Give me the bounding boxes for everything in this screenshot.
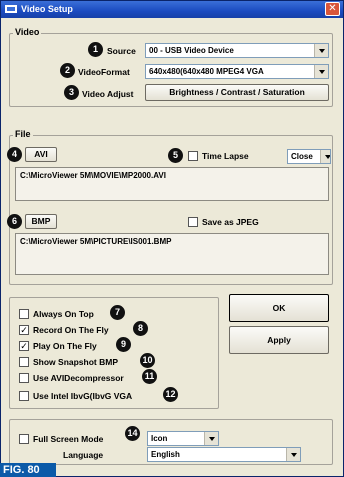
time-lapse-value: Close (291, 152, 313, 161)
check-icon: ✓ (20, 325, 28, 335)
chevron-down-icon[interactable] (314, 44, 328, 57)
use-intel-ibvg-label: Use Intel IbvG(IbvG VGA (33, 391, 133, 401)
save-as-jpeg-checkbox[interactable] (188, 217, 198, 227)
time-lapse-label: Time Lapse (202, 151, 249, 161)
format-select[interactable]: 640x480(640x480 MPEG4 VGA (145, 64, 329, 79)
full-screen-mode-label: Full Screen Mode (33, 434, 104, 444)
badge-use-avi-decompressor: 11 (142, 369, 157, 384)
badge-fullscreen: 14 (125, 426, 140, 441)
language-label: Language (63, 450, 104, 460)
chevron-down-icon[interactable] (314, 65, 328, 78)
brightness-contrast-saturation-button[interactable]: Brightness / Contrast / Saturation (145, 84, 329, 101)
chevron-down-icon[interactable] (286, 448, 300, 461)
badge-play-on-the-fly: 9 (116, 337, 131, 352)
chevron-down-icon[interactable] (204, 432, 218, 445)
adjust-label: Video Adjust (82, 89, 134, 99)
use-avi-decompressor-label: Use AVIDecompressor (33, 373, 124, 383)
save-as-jpeg-label: Save as JPEG (202, 217, 259, 227)
badge-source: 1 (88, 42, 103, 57)
use-intel-ibvg-checkbox[interactable] (19, 391, 29, 401)
show-snapshot-bmp-label: Show Snapshot BMP (33, 357, 118, 367)
badge-avi: 4 (7, 147, 22, 162)
time-lapse-select[interactable]: Close (287, 149, 331, 164)
always-on-top-label: Always On Top (33, 309, 94, 319)
bmp-button[interactable]: BMP (25, 214, 57, 229)
use-avi-decompressor-checkbox[interactable] (19, 373, 29, 383)
badge-show-snapshot-bmp: 10 (140, 353, 155, 368)
figure-label: FIG. 80 (0, 463, 56, 477)
full-screen-mode-checkbox[interactable] (19, 434, 29, 444)
badge-bmp: 6 (7, 214, 22, 229)
badge-always-on-top: 7 (110, 305, 125, 320)
format-value: 640x480(640x480 MPEG4 VGA (149, 67, 264, 76)
record-on-the-fly-label: Record On The Fly (33, 325, 109, 335)
source-value: 00 - USB Video Device (149, 46, 234, 55)
language-select[interactable]: English (147, 447, 301, 462)
badge-adjust: 3 (64, 85, 79, 100)
full-screen-mode-value: Icon (151, 434, 168, 443)
always-on-top-checkbox[interactable] (19, 309, 29, 319)
time-lapse-checkbox[interactable] (188, 151, 198, 161)
apply-button[interactable]: Apply (229, 326, 329, 354)
language-value: English (151, 450, 180, 459)
close-button[interactable]: ✕ (325, 2, 340, 16)
file-group-label: File (13, 129, 33, 139)
source-label: Source (107, 46, 136, 56)
badge-use-intel-ibvg: 12 (163, 387, 178, 402)
badge-record-on-the-fly: 8 (133, 321, 148, 336)
title-bar[interactable]: Video Setup ✕ (1, 1, 343, 18)
bmp-path-field[interactable]: C:\MicroViewer 5M\PICTURE\IS001.BMP (15, 233, 329, 275)
record-on-the-fly-checkbox[interactable]: ✓ (19, 325, 29, 335)
format-label: VideoFormat (78, 67, 130, 77)
full-screen-mode-select[interactable]: Icon (147, 431, 219, 446)
chevron-down-icon[interactable] (320, 150, 330, 163)
window-title: Video Setup (21, 4, 73, 14)
bmp-path-value: C:\MicroViewer 5M\PICTURE\IS001.BMP (20, 237, 172, 246)
close-icon: ✕ (328, 3, 337, 14)
badge-format: 2 (60, 63, 75, 78)
avi-path-value: C:\MicroViewer 5M\MOVIE\MP2000.AVI (20, 171, 166, 180)
badge-time-lapse: 5 (168, 148, 183, 163)
avi-path-field[interactable]: C:\MicroViewer 5M\MOVIE\MP2000.AVI (15, 167, 329, 201)
source-select[interactable]: 00 - USB Video Device (145, 43, 329, 58)
check-icon: ✓ (20, 341, 28, 351)
play-on-the-fly-checkbox[interactable]: ✓ (19, 341, 29, 351)
show-snapshot-bmp-checkbox[interactable] (19, 357, 29, 367)
video-group-label: Video (13, 27, 42, 37)
video-setup-window: Video Setup ✕ Video 1 Source 00 - USB Vi… (0, 0, 344, 477)
avi-button[interactable]: AVI (25, 147, 57, 162)
video-icon (5, 5, 17, 13)
ok-button[interactable]: OK (229, 294, 329, 322)
play-on-the-fly-label: Play On The Fly (33, 341, 97, 351)
